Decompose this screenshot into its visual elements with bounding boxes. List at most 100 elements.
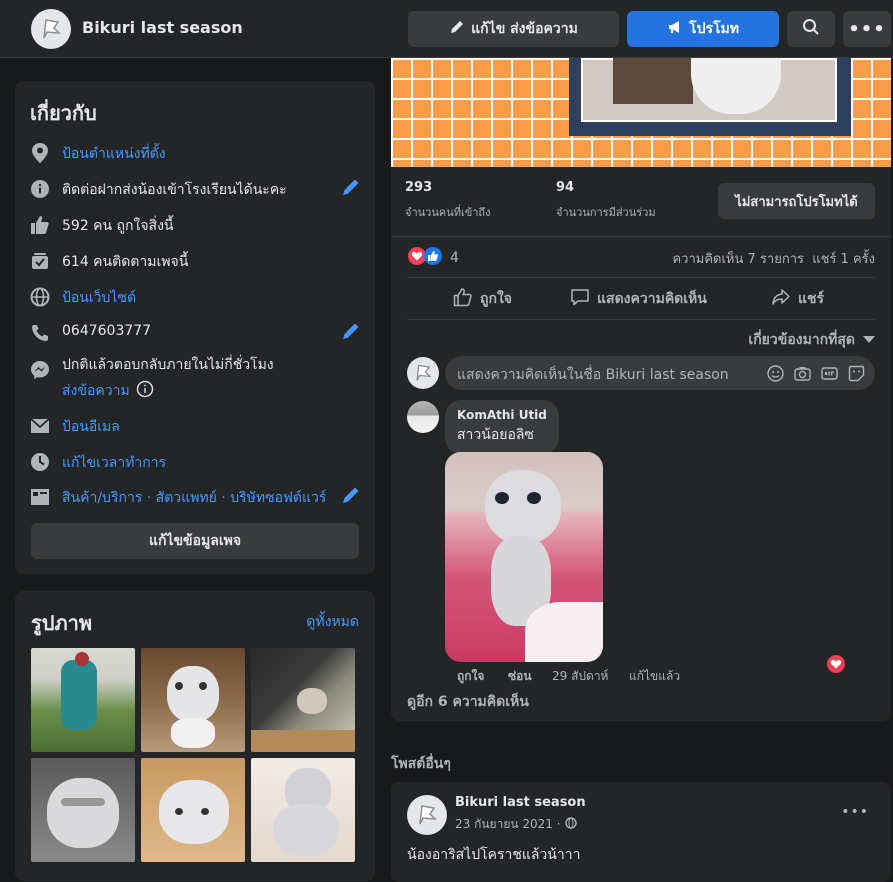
- comment-input[interactable]: แสดงความคิดเห็นในชื่อ Bikuri last season: [445, 356, 875, 390]
- photo-thumbnail[interactable]: [31, 648, 135, 752]
- promote-button[interactable]: โปรโมท: [627, 11, 779, 47]
- other-post-card: Bikuri last season 23 กันยายน 2021 · •••…: [391, 782, 891, 882]
- comment-reaction-badge[interactable]: [826, 655, 846, 677]
- photo-thumbnail[interactable]: [251, 648, 355, 752]
- comment-sort-dropdown[interactable]: เกี่ยวข้องมากที่สุด: [748, 329, 875, 351]
- photo-thumbnail[interactable]: [141, 648, 245, 752]
- thumbs-up-icon: [453, 287, 473, 311]
- comment-bubble: KomAthi Utid สาวน้อยอลิซ: [445, 400, 559, 454]
- engagement-stat: 94 จำนวนการมีส่วนร่วม: [556, 180, 656, 221]
- location-link[interactable]: ป้อนตำแหน่งที่ตั้ง: [62, 143, 166, 165]
- reach-stat: 293 จำนวนคนที่เข้าถึง: [405, 180, 490, 221]
- more-icon: •••: [848, 18, 886, 40]
- post-image[interactable]: [391, 58, 891, 167]
- photos-title: รูปภาพ: [31, 611, 93, 635]
- divider: [407, 319, 875, 320]
- comment-like-label: ถูกใจ: [457, 669, 485, 683]
- like-label: ถูกใจ: [480, 291, 512, 307]
- caret-down-icon: [863, 332, 875, 348]
- comment-timestamp[interactable]: 29 สัปดาห์: [552, 667, 608, 686]
- category-link[interactable]: สินค้า/บริการ · สัตวแพทย์ · บริษัทซอฟต์แ…: [62, 487, 326, 509]
- followers-text: 614 คนติดตามเพจนี้: [62, 254, 189, 270]
- comment-hide-label: ซ่อน: [508, 669, 532, 683]
- website-link[interactable]: ป้อนเว็บไซต์: [62, 287, 136, 309]
- about-email-row[interactable]: ป้อนอีเมล: [30, 416, 120, 438]
- comment-text: สาวน้อยอลิซ: [457, 427, 534, 443]
- view-more-comments-link[interactable]: ดูอีก 6 ความคิดเห็น: [407, 691, 529, 713]
- other-post-avatar[interactable]: [407, 795, 447, 835]
- more-options-button[interactable]: •••: [843, 11, 891, 47]
- globe-icon: [30, 287, 50, 307]
- comment-icon: [570, 287, 590, 311]
- reactions-summary[interactable]: 4: [408, 247, 459, 269]
- camera-icon[interactable]: [794, 365, 811, 382]
- other-post-date[interactable]: 23 กันยายน 2021 ·: [455, 815, 561, 834]
- likes-text: 592 คน ถูกใจสิ่งนี้: [62, 218, 174, 234]
- comment-edited-text: แก้ไขแล้ว: [629, 669, 681, 683]
- cannot-promote-button[interactable]: ไม่สามารถโปรโมทได้: [718, 183, 875, 219]
- reach-count: 293: [405, 180, 433, 195]
- email-link[interactable]: ป้อนอีเมล: [62, 416, 120, 438]
- edit-page-info-button[interactable]: แก้ไขข้อมูลเพจ: [31, 523, 359, 559]
- page-avatar[interactable]: [31, 9, 71, 49]
- engagement-count: 94: [556, 180, 575, 195]
- see-all-photos-link[interactable]: ดูทั้งหมด: [306, 611, 359, 633]
- comment-time-label: 29 สัปดาห์: [552, 669, 609, 683]
- other-post-text: น้องอาริสไปโคราชแล้วน้าาา: [407, 847, 581, 863]
- emoji-icon[interactable]: [767, 365, 784, 382]
- comment-label: แสดงความคิดเห็น: [597, 291, 707, 307]
- share-icon: [771, 287, 791, 311]
- other-post-author[interactable]: Bikuri last season: [455, 795, 586, 810]
- info-circle-icon[interactable]: [136, 380, 154, 402]
- about-location-row[interactable]: ป้อนตำแหน่งที่ตั้ง: [30, 143, 166, 165]
- comment-edited-label: แก้ไขแล้ว: [629, 667, 680, 686]
- edit-send-message-button[interactable]: แก้ไข ส่งข้อความ: [408, 11, 619, 47]
- divider: [407, 277, 875, 278]
- photo-thumbnail[interactable]: [31, 758, 135, 862]
- gif-icon[interactable]: [821, 365, 838, 382]
- edit-category-pencil-icon[interactable]: [341, 485, 361, 505]
- pencil-icon: [449, 19, 465, 39]
- globe-icon: [564, 817, 577, 832]
- love-reaction-icon: [827, 655, 845, 677]
- edit-phone-pencil-icon[interactable]: [341, 321, 361, 341]
- about-hours-row[interactable]: แก้ไขเวลาทำการ: [30, 452, 166, 474]
- edit-page-info-label: แก้ไขข้อมูลเพจ: [148, 533, 242, 549]
- comment-button[interactable]: แสดงความคิดเห็น: [570, 287, 707, 311]
- comment-author[interactable]: KomAthi Utid: [457, 408, 547, 422]
- comments-shares-count[interactable]: ความคิดเห็น 7 รายการ แชร์ 1 ครั้ง: [672, 248, 875, 269]
- about-phone-row: 0647603777: [30, 323, 151, 343]
- info-icon: [30, 179, 50, 199]
- comment-like-link[interactable]: ถูกใจ: [457, 667, 484, 686]
- like-button[interactable]: ถูกใจ: [453, 287, 512, 311]
- about-category-row[interactable]: สินค้า/บริการ · สัตวแพทย์ · บริษัทซอฟต์แ…: [30, 487, 326, 509]
- reach-label: จำนวนคนที่เข้าถึง: [405, 206, 491, 219]
- other-post-more-icon[interactable]: •••: [841, 804, 869, 820]
- comment-hide-link[interactable]: ซ่อน: [508, 667, 532, 686]
- about-followers-row: 614 คนติดตามเพจนี้: [30, 251, 188, 273]
- commenter-avatar[interactable]: [407, 401, 439, 433]
- share-label: แชร์: [798, 291, 825, 307]
- about-likes-row: 592 คน ถูกใจสิ่งนี้: [30, 215, 174, 237]
- share-button[interactable]: แชร์: [771, 287, 824, 311]
- hours-link[interactable]: แก้ไขเวลาทำการ: [62, 452, 166, 474]
- photo-thumbnail[interactable]: [141, 758, 245, 862]
- about-website-row[interactable]: ป้อนเว็บไซต์: [30, 287, 136, 309]
- send-message-link[interactable]: ส่งข้อความ: [62, 380, 130, 402]
- edit-description-pencil-icon[interactable]: [341, 177, 361, 197]
- sticker-icon[interactable]: [848, 365, 865, 382]
- comment-tools: [767, 365, 865, 382]
- about-title: เกี่ยวกับ: [30, 101, 97, 125]
- comment-photo[interactable]: [445, 452, 603, 662]
- comment-sort-label: เกี่ยวข้องมากที่สุด: [748, 332, 855, 348]
- search-button[interactable]: [787, 11, 835, 47]
- photo-thumbnail[interactable]: [251, 758, 355, 862]
- engagement-label: จำนวนการมีส่วนร่วม: [556, 206, 656, 219]
- page-title[interactable]: Bikuri last season: [82, 18, 243, 37]
- about-description-row: ติดต่อฝากส่งน้องเข้าโรงเรียนได้นะคะ: [30, 179, 287, 201]
- messenger-icon: [30, 360, 50, 380]
- other-posts-heading: โพสต์อื่นๆ: [391, 756, 451, 772]
- megaphone-icon: [667, 19, 683, 39]
- mail-icon: [30, 416, 50, 436]
- phone-icon: [30, 323, 50, 343]
